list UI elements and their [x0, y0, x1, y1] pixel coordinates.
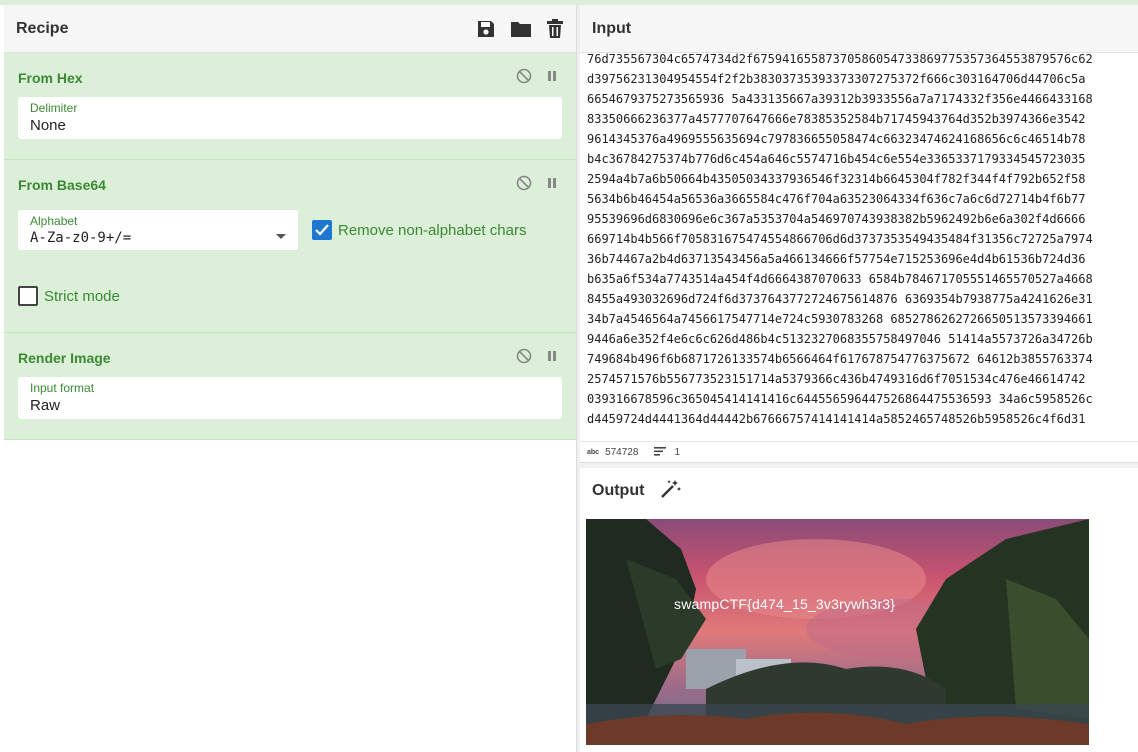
- input-status-bar: abc 574728 1: [580, 441, 1138, 463]
- delimiter-field[interactable]: Delimiter None: [18, 97, 562, 139]
- trash-icon[interactable]: [546, 18, 564, 39]
- strict-mode-option[interactable]: Strict mode: [18, 286, 562, 306]
- input-line: d39756231304954554f2f2b38303735393373307…: [587, 72, 1086, 86]
- input-line: 34f6a417a4f6a51344b7a41774f6a41777558557…: [587, 429, 1138, 433]
- operation-render-image: Render Image Input format Raw: [4, 333, 576, 440]
- input-line: 039316678596c365045414141416c64455659644…: [587, 392, 1093, 406]
- input-line: 5634b6b46454a56536a3665584c476f704a63523…: [587, 192, 1086, 206]
- field-value: Raw: [30, 397, 61, 414]
- line-count: 1: [674, 447, 680, 458]
- caret-down-icon: [276, 227, 286, 245]
- disable-icon[interactable]: [516, 348, 532, 369]
- field-label: Delimiter: [30, 101, 78, 115]
- magic-wand-icon[interactable]: [660, 479, 682, 504]
- input-line: 669714b4b566f705831675474554866706d6d373…: [587, 232, 1093, 246]
- input-line: 36b74467a2b4d63713543456a5a466134666f577…: [587, 252, 1086, 266]
- remove-nonalphabet-option[interactable]: Remove non-alphabet chars: [312, 220, 526, 240]
- pause-icon[interactable]: [546, 349, 558, 368]
- input-line: 2574571576b556773523151714a5379366c436b4…: [587, 372, 1086, 386]
- input-header: Input: [580, 5, 1138, 53]
- operation-controls: [516, 175, 558, 196]
- input-textarea[interactable]: 76d735567304c6574734d2f67594165587370586…: [587, 49, 1138, 433]
- lines-icon: [654, 446, 667, 459]
- checkbox-label: Remove non-alphabet chars: [338, 221, 527, 239]
- operation-from-hex: From Hex Delimiter None: [4, 53, 576, 160]
- input-title: Input: [592, 19, 632, 37]
- field-value: None: [30, 117, 66, 134]
- folder-icon[interactable]: [510, 19, 532, 39]
- field-label: Input format: [30, 381, 95, 395]
- input-line: 95539696d6830696e6c367a5353704a546970743…: [587, 212, 1086, 226]
- operation-title: From Base64: [18, 177, 106, 193]
- input-line: 749684b496f6b6871726133574b6566464f61767…: [587, 352, 1093, 366]
- operation-from-base64: From Base64 Alphabet A-Za-z0-9+/= Remove…: [4, 160, 576, 333]
- pause-icon[interactable]: [546, 176, 558, 195]
- disable-icon[interactable]: [516, 68, 532, 89]
- output-pane: Output swampCTF{d474_15_3v3rywh3r3}: [580, 468, 1138, 752]
- input-line: 76d735567304c6574734d2f67594165587370586…: [587, 52, 1093, 66]
- operation-title: From Hex: [18, 70, 83, 86]
- input-line: 83350666236377a4577707647666e78385352584…: [587, 112, 1086, 126]
- alphabet-row: Alphabet A-Za-z0-9+/= Remove non-alphabe…: [18, 210, 562, 250]
- recipe-title: Recipe: [16, 19, 69, 37]
- input-format-field[interactable]: Input format Raw: [18, 377, 562, 419]
- input-line: 6654679375273565936 5a433135667a39312b39…: [587, 92, 1093, 106]
- input-line: 8455a493032696d724f6d3737643772724675614…: [587, 292, 1093, 306]
- flag-text: swampCTF{d474_15_3v3rywh3r3}: [674, 596, 896, 612]
- input-line: 34b7a4546564a7456617547714e724c593078326…: [587, 312, 1093, 326]
- recipe-pane: Recipe From Hex Delimiter None From Base…: [4, 5, 576, 752]
- recipe-header: Recipe: [4, 5, 576, 53]
- disable-icon[interactable]: [516, 175, 532, 196]
- alphabet-select[interactable]: Alphabet A-Za-z0-9+/=: [18, 210, 298, 250]
- operation-controls: [516, 68, 558, 89]
- input-line: b4c36784275374b776d6c454a646c5574716b454…: [587, 152, 1086, 166]
- pause-icon[interactable]: [546, 69, 558, 88]
- output-header: Output: [580, 468, 1138, 514]
- remove-nonalphabet-checkbox[interactable]: [312, 220, 332, 240]
- field-label: Alphabet: [30, 214, 78, 228]
- save-icon[interactable]: [476, 19, 496, 39]
- strict-mode-checkbox[interactable]: [18, 286, 38, 306]
- input-line: 9446a6e352f4e6c6c626d486b4c5132327068355…: [587, 332, 1093, 346]
- input-line: 9614345376a4969555635694c797836655058474…: [587, 132, 1086, 146]
- char-count: 574728: [605, 447, 639, 458]
- rendered-image: swampCTF{d474_15_3v3rywh3r3}: [586, 519, 1089, 745]
- operation-title: Render Image: [18, 350, 111, 366]
- input-line: 2594a4b7a6b50664b43505034337936546f32314…: [587, 172, 1086, 186]
- input-line: d4459724d4441364d44442b67666757414141414…: [587, 412, 1086, 426]
- operation-controls: [516, 348, 558, 369]
- input-line: b635a6f534a7743514a454f4d6664387070633 6…: [587, 272, 1093, 286]
- input-pane: Input 76d735567304c6574734d2f67594165587…: [580, 5, 1138, 462]
- char-count-icon: abc: [587, 449, 600, 456]
- recipe-header-icons: [476, 18, 564, 39]
- checkbox-label: Strict mode: [44, 287, 120, 305]
- field-value: A-Za-z0-9+/=: [30, 230, 132, 246]
- output-title: Output: [592, 482, 645, 499]
